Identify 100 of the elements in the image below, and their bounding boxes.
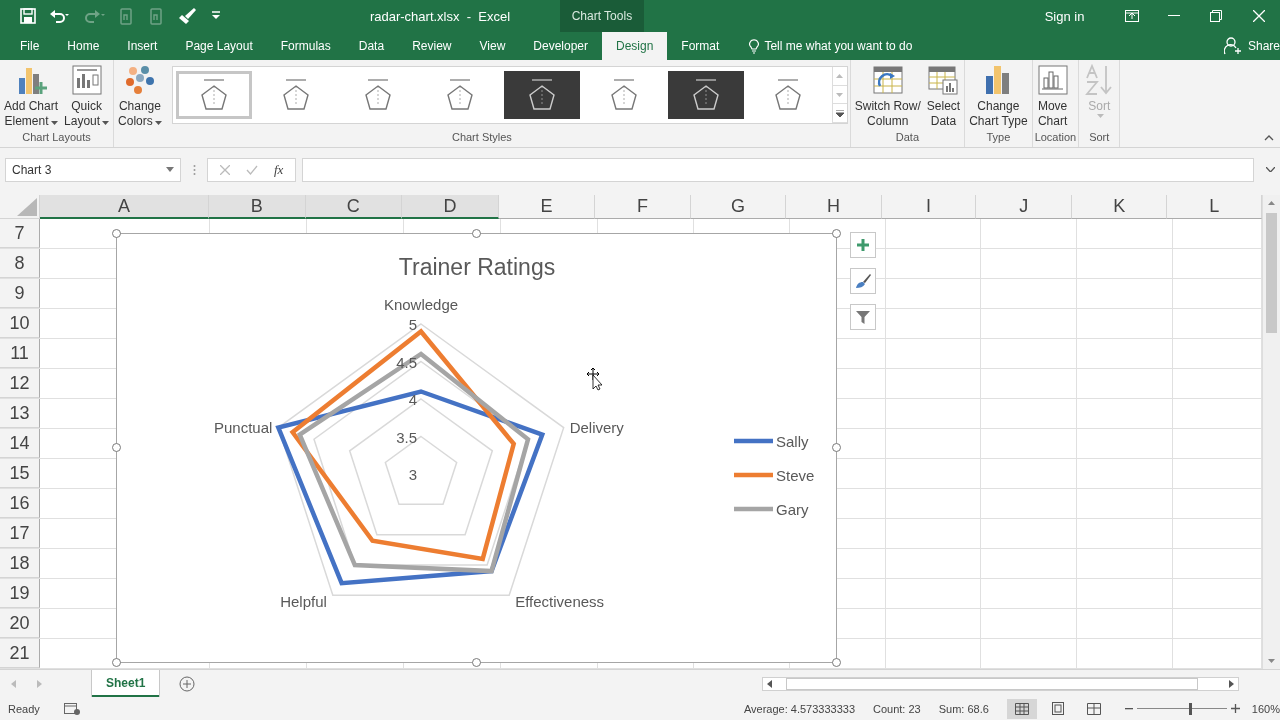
category-label: Punctual	[213, 418, 273, 436]
row-header[interactable]: 9	[0, 279, 40, 308]
row-header[interactable]: 15	[0, 459, 40, 488]
chart-style-thumbnail[interactable]	[175, 71, 252, 119]
column-header[interactable]: F	[595, 195, 691, 219]
cancel-icon[interactable]	[220, 164, 230, 175]
name-box[interactable]: Chart 3	[5, 157, 181, 182]
ribbon-tab[interactable]: Data	[344, 32, 399, 60]
group-label: Chart Styles	[450, 131, 513, 145]
ribbon-tab[interactable]: Design	[602, 32, 668, 60]
ribbon-button[interactable]: Add Chart Element	[2, 62, 61, 131]
formula-input[interactable]	[302, 157, 1254, 182]
resize-handle[interactable]	[831, 657, 841, 667]
row-header[interactable]: 17	[0, 519, 40, 548]
macro-record-icon[interactable]	[63, 702, 80, 715]
check-icon[interactable]	[246, 164, 258, 175]
row-header[interactable]: 18	[0, 549, 40, 578]
ribbon-tab[interactable]: Format	[667, 32, 734, 60]
group-label: Data	[894, 131, 921, 145]
row-header[interactable]: 19	[0, 579, 40, 608]
scroll-thumb[interactable]	[1266, 213, 1277, 333]
chart-style-thumbnail[interactable]	[503, 71, 580, 119]
column-header[interactable]: C	[305, 195, 403, 219]
insert-function-button[interactable]: fx	[274, 161, 284, 178]
ribbon-tab[interactable]: Review	[398, 32, 466, 60]
sum-readout: Sum: 68.6	[938, 702, 989, 715]
expand-icon[interactable]	[1265, 167, 1275, 172]
scroll-right-icon[interactable]	[1227, 679, 1236, 688]
resize-handle[interactable]	[831, 443, 841, 452]
chart-filter-icon[interactable]	[850, 304, 876, 330]
resize-handle[interactable]	[831, 228, 841, 238]
add-sheet-icon[interactable]	[179, 675, 196, 692]
share-button[interactable]: Share	[1217, 32, 1280, 60]
sheet-tab[interactable]: Sheet1	[92, 670, 160, 697]
splitter-icon[interactable]	[192, 163, 196, 176]
category-label: Knowledge	[383, 296, 459, 313]
resize-handle[interactable]	[471, 228, 481, 238]
vertical-scrollbar[interactable]	[1262, 195, 1280, 669]
chart-frame[interactable]	[116, 233, 837, 663]
select-all-icon[interactable]	[16, 198, 37, 216]
ribbon-button[interactable]: Select Data	[924, 62, 963, 131]
row-header[interactable]: 13	[0, 399, 40, 428]
column-header[interactable]: D	[402, 195, 499, 219]
row-header[interactable]: 11	[0, 339, 40, 368]
ribbon-button[interactable]: Change Colors	[116, 62, 164, 131]
column-header[interactable]: G	[690, 195, 787, 219]
scroll-thumb[interactable]	[786, 677, 1199, 690]
zoom-level[interactable]: 160%	[1251, 702, 1280, 715]
person-plus-icon	[1223, 37, 1242, 55]
ribbon-tab[interactable]: Home	[53, 32, 114, 60]
tell-me-search[interactable]: Tell me what you want to do	[743, 32, 919, 60]
chart-elements-plus-icon[interactable]	[850, 232, 876, 258]
table-chart-icon	[927, 64, 960, 96]
row-header[interactable]: 7	[0, 219, 40, 248]
row-header[interactable]: 20	[0, 609, 40, 638]
ribbon-button[interactable]: Switch Row/ Column	[852, 62, 923, 131]
resize-handle[interactable]	[111, 443, 121, 452]
column-header[interactable]: I	[881, 195, 977, 219]
legend-label: Steve	[776, 467, 815, 484]
column-header[interactable]: K	[1071, 195, 1168, 219]
ribbon-tab[interactable]: Developer	[519, 32, 602, 60]
count-readout: Count: 23	[873, 702, 921, 715]
lightbulb-icon	[749, 38, 760, 54]
row-header[interactable]: 16	[0, 489, 40, 518]
axis-tick-label: 4	[408, 391, 417, 408]
category-label: Delivery	[569, 418, 624, 436]
chart-style-thumbnail[interactable]	[667, 71, 744, 119]
group-label: Chart Layouts	[21, 131, 92, 145]
ribbon-tab[interactable]: View	[465, 32, 520, 60]
zoom-slider-thumb[interactable]	[1189, 702, 1193, 715]
category-label: Effectiveness	[515, 593, 605, 611]
ribbon-button[interactable]: Move Chart	[1034, 62, 1071, 131]
column-header[interactable]: A	[39, 195, 209, 219]
ribbon-tab[interactable]: Page Layout	[171, 32, 267, 60]
ribbon-button[interactable]: Quick Layout	[62, 62, 112, 131]
row-header[interactable]: 10	[0, 309, 40, 338]
row-header[interactable]: 12	[0, 369, 40, 398]
column-header[interactable]: H	[786, 195, 882, 219]
resize-handle[interactable]	[111, 228, 121, 238]
horizontal-scrollbar[interactable]	[762, 676, 1240, 691]
column-header[interactable]: B	[209, 195, 306, 219]
ribbon-tab[interactable]: Insert	[113, 32, 172, 60]
sign-in-link[interactable]: Sign in	[1038, 7, 1091, 25]
resize-handle[interactable]	[471, 657, 481, 667]
ribbon-button[interactable]: Change Chart Type	[967, 62, 1030, 131]
ribbon-tab[interactable]: Formulas	[266, 32, 345, 60]
row-header[interactable]: 8	[0, 249, 40, 278]
window-title: radar-chart.xlsx - Excel	[368, 8, 512, 24]
scroll-left-icon[interactable]	[766, 679, 775, 688]
column-header[interactable]: E	[498, 195, 596, 219]
chart-styles-brush-icon[interactable]	[850, 268, 876, 294]
row-header[interactable]: 21	[0, 639, 40, 668]
normal-view-icon[interactable]	[1006, 698, 1037, 719]
resize-handle[interactable]	[111, 657, 121, 667]
group-label: Location	[1034, 131, 1077, 145]
column-header[interactable]: L	[1167, 195, 1263, 219]
ribbon-tab[interactable]: File	[6, 32, 54, 60]
column-header[interactable]: J	[976, 195, 1072, 219]
row-header[interactable]: 14	[0, 429, 40, 458]
status-text: Ready	[8, 702, 40, 715]
